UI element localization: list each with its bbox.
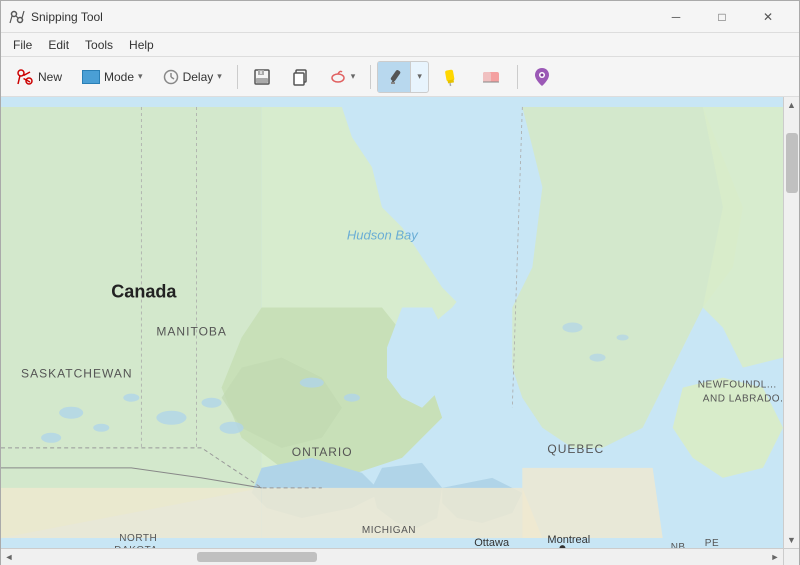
lasso-dropdown-arrow: ▾	[351, 71, 356, 82]
scroll-v-track[interactable]	[786, 113, 798, 532]
pin-button[interactable]	[524, 61, 560, 93]
new-button[interactable]: New	[7, 61, 71, 93]
mode-icon	[82, 70, 100, 84]
horizontal-scrollbar[interactable]: ◄ ►	[1, 549, 783, 565]
eraser-icon	[480, 68, 502, 86]
scroll-corner	[783, 549, 799, 565]
quebec-label: QUEBEC	[547, 442, 604, 456]
scroll-right-arrow[interactable]: ►	[767, 549, 783, 565]
hudson-bay-label: Hudson Bay	[347, 227, 419, 242]
scroll-down-arrow[interactable]: ▼	[784, 532, 800, 548]
scroll-left-arrow[interactable]: ◄	[1, 549, 17, 565]
north-dakota-label-2: DAKOTA	[114, 545, 157, 548]
lasso-button[interactable]: ▾	[320, 61, 365, 93]
vertical-scrollbar[interactable]: ▲ ▼	[783, 97, 799, 548]
separator-2	[370, 65, 371, 89]
delay-button[interactable]: Delay ▾	[154, 61, 231, 93]
save-icon	[253, 68, 271, 86]
scroll-up-arrow[interactable]: ▲	[784, 97, 800, 113]
window-title: Snipping Tool	[31, 10, 653, 24]
menu-file[interactable]: File	[5, 33, 40, 56]
window-controls: ─ □ ✕	[653, 1, 791, 33]
maximize-button[interactable]: □	[699, 1, 745, 33]
ontario-label: ONTARIO	[292, 445, 353, 459]
lasso-icon	[329, 68, 347, 86]
menu-edit[interactable]: Edit	[40, 33, 77, 56]
toolbar: New Mode ▾ Delay ▾	[1, 57, 799, 97]
separator-3	[517, 65, 518, 89]
north-dakota-label-1: NORTH	[119, 533, 157, 544]
title-bar: Snipping Tool ─ □ ✕	[1, 1, 799, 33]
pe-label: PE	[705, 538, 719, 548]
copy-icon	[291, 68, 309, 86]
copy-button[interactable]	[282, 61, 318, 93]
menu-bar: File Edit Tools Help	[1, 33, 799, 57]
montreal-label: Montreal	[547, 534, 590, 546]
pen-tool-group: ▾	[377, 61, 429, 93]
delay-label: Delay	[183, 70, 214, 84]
newfoundland-label-1: NEWFOUNDL...	[698, 380, 777, 391]
michigan-label: MICHIGAN	[362, 525, 416, 536]
delay-dropdown-arrow: ▾	[217, 71, 222, 82]
menu-tools[interactable]: Tools	[77, 33, 121, 56]
highlighter-icon	[440, 67, 460, 87]
highlighter-button[interactable]	[431, 61, 469, 93]
scissors-icon	[16, 68, 34, 86]
snipping-tool-window: Snipping Tool ─ □ ✕ File Edit Tools Help…	[0, 0, 800, 565]
pen-icon	[384, 67, 404, 87]
mode-dropdown-arrow: ▾	[138, 71, 143, 82]
newfoundland-label-2: AND LABRADO...	[703, 394, 783, 405]
canada-label: Canada	[111, 281, 177, 301]
mode-label: Mode	[104, 70, 134, 84]
saskatchewan-label: SASKATCHEWAN	[21, 367, 133, 381]
eraser-button[interactable]	[471, 61, 511, 93]
app-icon	[9, 9, 25, 25]
nb-label: NB	[671, 542, 686, 548]
map-svg: Canada Hudson Bay ONTARIO QUEBEC MANITOB…	[1, 97, 783, 548]
mode-button[interactable]: Mode ▾	[73, 61, 152, 93]
close-button[interactable]: ✕	[745, 1, 791, 33]
scroll-h-track[interactable]	[17, 549, 767, 565]
minimize-button[interactable]: ─	[653, 1, 699, 33]
ottawa-label: Ottawa	[474, 537, 510, 548]
menu-help[interactable]: Help	[121, 33, 162, 56]
bottom-bar: ◄ ►	[1, 548, 799, 564]
scroll-h-thumb[interactable]	[197, 552, 317, 562]
separator-1	[237, 65, 238, 89]
clock-icon	[163, 69, 179, 85]
pen-button[interactable]	[378, 62, 411, 92]
pen-dropdown-button[interactable]: ▾	[411, 62, 428, 92]
map-container[interactable]: Canada Hudson Bay ONTARIO QUEBEC MANITOB…	[1, 97, 783, 548]
new-label: New	[38, 70, 62, 84]
manitoba-label: MANITOBA	[156, 325, 227, 339]
scroll-v-thumb[interactable]	[786, 133, 798, 193]
save-button[interactable]	[244, 61, 280, 93]
pin-icon	[533, 66, 551, 88]
content-area: Canada Hudson Bay ONTARIO QUEBEC MANITOB…	[1, 97, 799, 548]
